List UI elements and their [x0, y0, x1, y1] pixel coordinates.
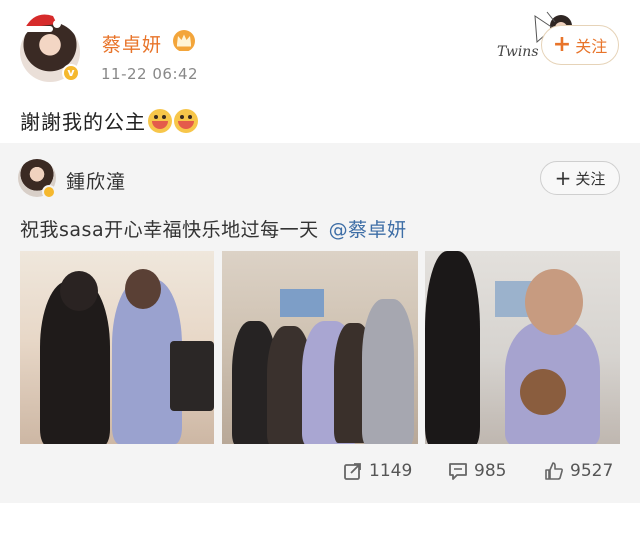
plus-icon: +: [554, 166, 572, 190]
follow-label: 关注: [575, 37, 608, 56]
author-name[interactable]: 蔡卓妍: [102, 30, 162, 57]
post-text: 謝謝我的公主: [20, 106, 198, 135]
post-text-content: 謝謝我的公主: [20, 110, 146, 134]
photo-3[interactable]: [425, 251, 620, 444]
repost-follow-label: 关注: [575, 169, 606, 188]
photo-figure: [362, 299, 414, 444]
weibo-post: v 蔡卓妍 11-22 06:42 Twins + 关注 謝謝我的公主: [0, 0, 640, 140]
photo-figure: [520, 369, 566, 415]
like-icon: [545, 462, 563, 480]
share-icon: [344, 463, 361, 480]
post-timestamp[interactable]: 11-22 06:42: [101, 65, 198, 83]
photo-figure: [280, 289, 324, 317]
repost-text: 祝我sasa开心幸福快乐地过每一天 @蔡卓妍: [20, 215, 407, 242]
signature-text: Twins: [497, 44, 539, 60]
like-button[interactable]: 9527: [544, 461, 613, 481]
crown-icon[interactable]: [172, 29, 196, 51]
verified-badge-icon: v: [62, 64, 80, 82]
follow-button[interactable]: + 关注: [541, 25, 619, 65]
repost-author-name[interactable]: 鍾欣潼: [66, 167, 126, 194]
photo-figure: [425, 251, 480, 444]
mention-link[interactable]: @蔡卓妍: [329, 219, 407, 241]
action-bar: 1149 985 9527: [0, 453, 640, 493]
reposted-weibo[interactable]: 鍾欣潼 + 关注 祝我sasa开心幸福快乐地过每一天 @蔡卓妍 1149 985…: [0, 143, 640, 503]
verified-badge-icon: [42, 185, 56, 199]
comment-button[interactable]: 985: [448, 461, 506, 481]
plus-icon: +: [552, 32, 572, 57]
photo-figure: [125, 269, 161, 309]
photo-figure: [60, 271, 98, 311]
repost-text-content: 祝我sasa开心幸福快乐地过每一天: [20, 219, 319, 241]
kiss-emoji-icon: [174, 108, 198, 133]
like-count: 9527: [570, 461, 614, 481]
share-count: 1149: [369, 461, 413, 481]
santa-hat-icon: [23, 14, 61, 32]
kiss-emoji-icon: [148, 108, 172, 133]
share-button[interactable]: 1149: [343, 461, 412, 481]
photo-1[interactable]: [20, 251, 214, 444]
repost-follow-button[interactable]: + 关注: [540, 161, 620, 195]
comment-icon: [449, 463, 467, 480]
comment-count: 985: [474, 461, 507, 481]
photo-figure: [525, 269, 583, 335]
photo-figure: [170, 341, 214, 411]
photo-2[interactable]: [222, 251, 418, 444]
